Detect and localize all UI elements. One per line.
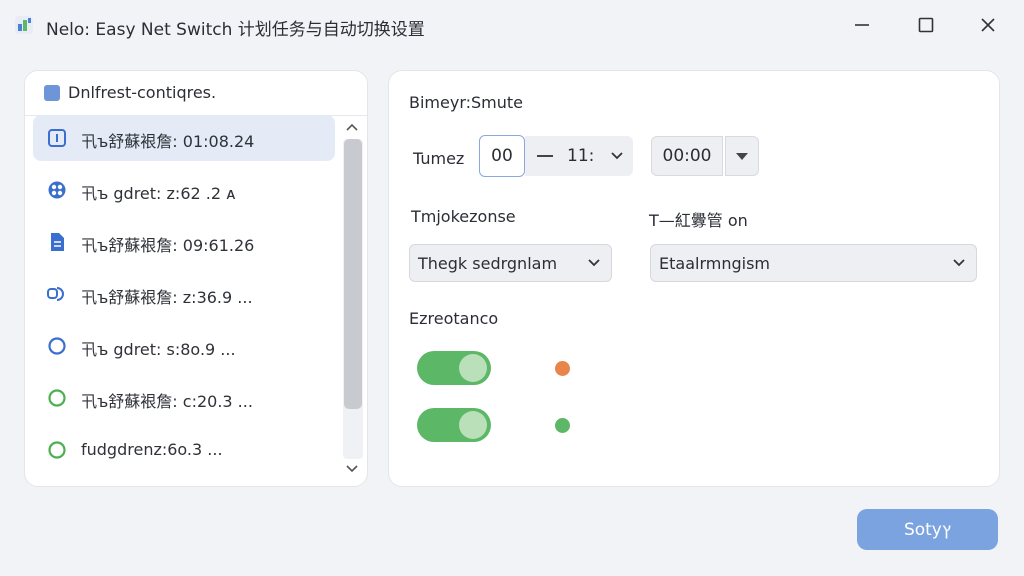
header-square-icon [44,85,60,101]
extras-section-label: Ezreotanco [409,309,499,328]
time-dropdown-button[interactable] [725,136,759,176]
chevron-down-icon [588,259,600,267]
chevron-down-icon [953,259,965,267]
app-logo-icon [14,15,34,35]
circle-icon [47,440,67,460]
title-bar: Nelo: Easy Net Switch 计划任务与自动切换设置 [0,0,1024,50]
right-select[interactable]: Etaalrmngism [650,244,977,282]
list-item[interactable]: 卂ъ gdret: s:8o.9 ... [33,323,335,369]
circle-icon [47,336,67,356]
info-square-icon [47,128,67,148]
toggle-knob [459,411,487,439]
scrollbar-track[interactable] [343,139,363,459]
list-item[interactable]: 卂ъ舒蘇裉詹: z:36.9 ... [33,271,335,317]
left-select[interactable]: Thegk sedrgnlam [409,244,612,282]
left-select-value: Thegk sedrgnlam [418,254,558,273]
list-item-label: fudgdrenz:6o.3 ... [81,440,223,459]
scroll-up-icon[interactable] [343,119,361,135]
minus-icon[interactable] [537,155,553,157]
status-dot-orange [555,361,570,376]
window-title: Nelo: Easy Net Switch 计划任务与自动切换设置 [46,20,425,40]
list-item[interactable]: 卂ъ舒蘇裉詹: 01:08.24 [33,115,335,161]
close-button[interactable] [966,10,1010,40]
time-input[interactable]: 00:00 [651,136,723,176]
status-dot-green [555,418,570,433]
list-item-label: 卂ъ舒蘇裉詹: c:20.3 ... [81,392,253,411]
list-item-label: 卂ъ舒蘇裉詹: z:36.9 ... [81,288,253,307]
list-item-label: 卂ъ gdret: s:8o.9 ... [81,340,236,359]
toggle-switch-2[interactable] [417,408,491,442]
schedule-section-label: Bimeyr:Smute [409,93,524,112]
list-item[interactable]: 卂ъ舒蘇裉詹: c:20.3 ... [33,375,335,421]
chat-bubbles-icon [47,284,67,304]
time-label: Tumez [413,149,465,168]
maximize-icon [918,17,934,33]
list-header-label: Dnlfrest-contiqres. [68,83,217,102]
right-select-value: Etaalrmngism [659,254,770,273]
list-header: Dnlfrest-contiqres. [25,71,367,116]
right-option-label: T—紅釁管 on [649,211,748,230]
maximize-button[interactable] [904,10,948,40]
caret-down-icon [736,153,748,160]
minimize-icon [855,24,869,26]
settings-panel: Bimeyr:Smute Tumez 00 11: 00:00 Tmjokezo… [388,70,1000,487]
scroll-down-icon[interactable] [343,461,361,477]
minimize-button[interactable] [840,10,884,40]
film-reel-icon [47,180,67,200]
list-item-label: 卂ъ gdret: z:62 .2 ᴀ [81,184,236,203]
document-icon [47,232,67,252]
list-item[interactable]: 卂ъ舒蘇裉詹: 09:61.26 [33,219,335,265]
chevron-down-icon[interactable] [609,149,625,163]
close-icon [981,18,995,32]
schedule-list-panel: Dnlfrest-contiqres. 卂ъ舒蘇裉詹: 01:08.24 卂ъ g… [24,70,368,487]
primary-action-button[interactable]: Sotyץ [857,509,998,550]
toggle-knob [459,354,487,382]
scrollbar-thumb[interactable] [344,139,362,409]
circle-icon [47,388,67,408]
toggle-switch-1[interactable] [417,351,491,385]
list-item-label: 卂ъ舒蘇裉詹: 01:08.24 [81,132,255,151]
hour-value: 11: [567,146,595,166]
minute-input[interactable]: 00 [479,135,525,177]
list-item[interactable]: 卂ъ gdret: z:62 .2 ᴀ [33,167,335,213]
left-option-label: Tmjokezonse [411,207,516,226]
list-item[interactable]: fudgdrenz:6o.3 ... [33,427,335,473]
list-item-label: 卂ъ舒蘇裉詹: 09:61.26 [81,236,255,255]
hour-spinner[interactable]: 11: [525,136,633,176]
